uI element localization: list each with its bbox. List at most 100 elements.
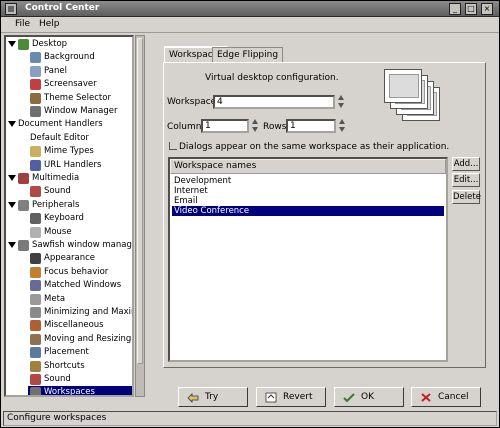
list-item[interactable]: Video Conference: [172, 206, 444, 216]
tree-item-panel[interactable]: Panel: [28, 65, 132, 78]
tree-item-mime-types[interactable]: Mime Types: [28, 145, 132, 158]
tree-item-label: Appearance: [44, 253, 96, 264]
tree-item-label: Matched Windows: [44, 280, 122, 291]
tree-item-screensaver[interactable]: Screensaver: [28, 78, 132, 91]
desktop-icon: [18, 39, 29, 50]
expander-arrow-icon[interactable]: [8, 201, 16, 208]
tree-scrollbar-thumb[interactable]: [137, 38, 143, 364]
background-icon: [30, 52, 41, 64]
misc-icon: [30, 320, 41, 332]
tree-item-placement[interactable]: Placement: [28, 346, 132, 359]
tree-item-document-handlers[interactable]: Document Handlers: [6, 118, 132, 131]
workspaces-monitors-icon: [384, 69, 444, 129]
close-button[interactable]: ×: [481, 3, 493, 15]
tree-item-background[interactable]: Background: [28, 51, 132, 64]
list-header[interactable]: Workspace names: [170, 159, 446, 174]
tree-item-label: Panel: [44, 65, 67, 76]
rows-field[interactable]: 1: [286, 119, 336, 133]
expander-arrow-icon[interactable]: [8, 242, 16, 248]
try-button[interactable]: Try: [178, 387, 248, 407]
tree-item-moving-and-resizing[interactable]: Moving and Resizing: [28, 333, 132, 346]
tab-edge-flipping[interactable]: Edge Flipping: [212, 47, 284, 63]
tree-item-label: Focus behavior: [44, 266, 109, 277]
shortcuts-icon: [30, 360, 41, 372]
theme-icon: [30, 92, 41, 104]
tree-item-window-manager[interactable]: Window Manager: [28, 105, 132, 118]
expander-arrow-icon[interactable]: [8, 175, 16, 181]
tree-item-sound[interactable]: Sound: [28, 185, 132, 198]
tree-item-label: Theme Selector: [44, 92, 111, 103]
dialogs-checkbox-label: Dialogs appear on the same workspace as …: [179, 142, 450, 152]
tree-item-peripherals[interactable]: Peripherals: [6, 199, 132, 212]
tree-scrollbar[interactable]: [135, 35, 145, 397]
maximize-button[interactable]: □: [465, 3, 477, 15]
tree-item-url-handlers[interactable]: URL Handlers: [28, 159, 132, 172]
minimize-button[interactable]: _: [449, 3, 461, 15]
tree-item-theme-selector[interactable]: Theme Selector: [28, 92, 132, 105]
dialogs-checkbox[interactable]: [169, 142, 177, 150]
menu-file[interactable]: File: [15, 19, 30, 29]
tree-item-label: Mouse: [44, 226, 72, 237]
control-center-window: Control Center _ □ × File Help Desktop Ba…: [0, 0, 500, 428]
tree-item-label: Background: [44, 52, 95, 63]
screensaver-icon: [30, 79, 41, 91]
tree-item-sound[interactable]: Sound: [28, 373, 132, 386]
tree-item-mouse[interactable]: Mouse: [28, 226, 132, 239]
columns-field[interactable]: 1: [201, 119, 249, 133]
url-icon: [30, 159, 41, 171]
tree-item-miscellaneous[interactable]: Miscellaneous: [28, 319, 132, 332]
tree-item-label: Window Manager: [44, 106, 118, 116]
rows-spinner[interactable]: [338, 119, 346, 133]
try-icon: [187, 393, 199, 403]
tree-item-label: Document Handlers: [18, 119, 103, 130]
expander-arrow-icon[interactable]: [8, 41, 16, 47]
tree-item-label: Multimedia: [32, 173, 80, 183]
tree-item-focus-behavior[interactable]: Focus behavior: [28, 266, 132, 279]
tree-item-minimizing-and-maximizing[interactable]: Minimizing and Maximizing: [28, 306, 132, 319]
settings-tree: Desktop Background Panel Screensaver Theme S…: [4, 35, 134, 397]
try-label: Try: [205, 392, 219, 402]
workspaces-spinner[interactable]: [337, 95, 345, 109]
tree-item-label: Sound: [44, 374, 71, 384]
tree-item-shortcuts[interactable]: Shortcuts: [28, 360, 132, 373]
delete-button[interactable]: Delete: [452, 190, 481, 204]
matched-icon: [30, 280, 41, 292]
list-item[interactable]: Internet: [172, 186, 444, 196]
tree-item-keyboard[interactable]: Keyboard: [28, 212, 132, 225]
ok-button[interactable]: OK: [334, 387, 404, 407]
tree-item-multimedia[interactable]: Multimedia: [6, 172, 132, 185]
revert-label: Revert: [283, 392, 313, 402]
sound-icon: [30, 186, 41, 198]
tree-item-desktop[interactable]: Desktop: [6, 38, 132, 51]
tree-item-matched-windows[interactable]: Matched Windows: [28, 279, 132, 292]
title-bar[interactable]: Control Center _ □ ×: [1, 1, 499, 17]
tree-item-appearance[interactable]: Appearance: [28, 252, 132, 265]
workspaces-icon: [30, 387, 41, 395]
menu-help[interactable]: Help: [39, 19, 60, 29]
expander-arrow-icon[interactable]: [8, 121, 16, 128]
window-manager-icon: [30, 106, 41, 117]
list-item[interactable]: Email: [172, 196, 444, 206]
tree-item-label: Placement: [44, 347, 89, 358]
tree-item-label: Peripherals: [32, 199, 80, 210]
focus-icon: [30, 266, 41, 278]
window-menu-icon[interactable]: [5, 3, 17, 15]
revert-button[interactable]: Revert: [256, 387, 326, 407]
tree-item-label: Workspaces: [44, 387, 95, 397]
tree-item-label: Sound: [44, 186, 71, 197]
add-button[interactable]: Add...: [452, 157, 480, 171]
peripherals-icon: [18, 199, 29, 211]
list-item[interactable]: Development: [172, 176, 444, 186]
tree-item-sawfish-window-manager[interactable]: Sawfish window manager: [6, 239, 132, 252]
cancel-label: Cancel: [438, 392, 469, 402]
tree-item-meta[interactable]: Meta: [28, 293, 132, 306]
workspaces-count-field[interactable]: 4: [213, 95, 335, 109]
edit-button[interactable]: Edit...: [452, 173, 480, 187]
tree-item-default-editor[interactable]: Default Editor: [28, 132, 132, 145]
cancel-button[interactable]: Cancel: [411, 387, 481, 407]
tree-item-workspaces[interactable]: Workspaces: [28, 386, 132, 397]
tree-item-label: Desktop: [32, 39, 68, 49]
minimize-icon: [30, 307, 41, 318]
multimedia-icon: [18, 173, 29, 184]
columns-spinner[interactable]: [251, 119, 259, 133]
